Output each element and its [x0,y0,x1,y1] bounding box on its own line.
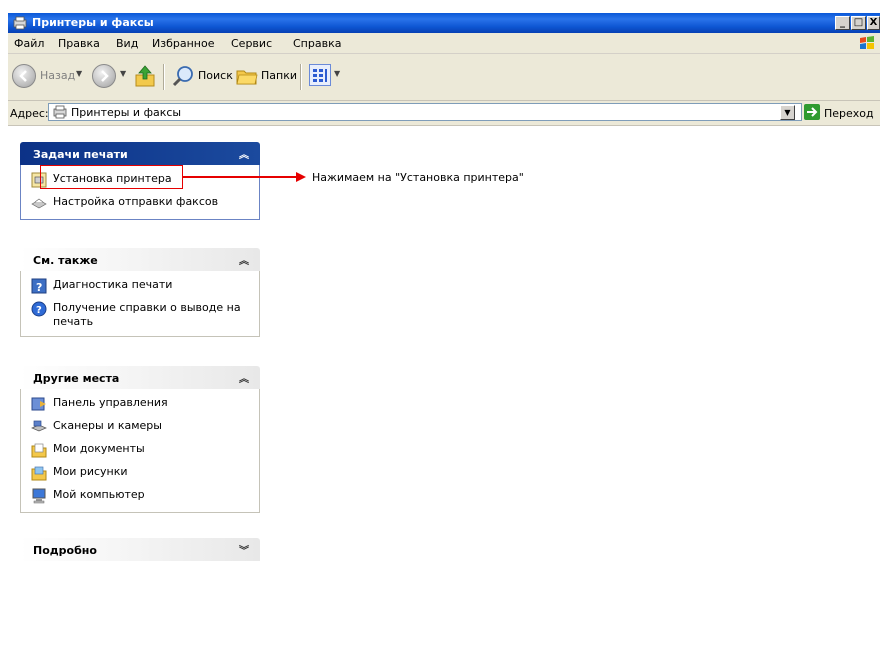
up-folder-icon[interactable] [134,64,156,91]
address-bar: Адрес: Принтеры и факсы ▼ Переход [8,101,880,126]
place-scanners-cameras[interactable]: Сканеры и камеры [21,419,259,436]
title-bar[interactable]: Принтеры и факсы _ □ X [8,13,880,33]
details-header[interactable]: Подробно ︾ [20,538,260,561]
task-fax-setup-label: Настройка отправки факсов [53,195,219,208]
help-circle-icon: ? [31,301,47,317]
annotation-arrow-head [296,172,306,182]
content-area: Задачи печати ︽ Установка принтера Настр… [8,126,880,668]
svg-text:?: ? [36,305,42,316]
place-my-computer-label: Мой компьютер [53,488,145,501]
other-places-title: Другие места [33,372,120,385]
minimize-button[interactable]: _ [835,16,850,30]
place-my-documents[interactable]: Мои документы [21,442,259,459]
task-fax-setup[interactable]: Настройка отправки факсов [21,195,259,212]
details-title: Подробно [33,544,97,557]
menu-favorites[interactable]: Избранное [152,37,214,50]
back-arrow-icon[interactable] [12,64,36,88]
place-my-computer[interactable]: Мой компьютер [21,488,259,505]
link-print-troubleshooter[interactable]: ? Диагностика печати [21,278,259,295]
help-book-icon: ? [31,278,47,294]
other-places-panel: Другие места ︽ Панель управления Сканеры… [20,366,260,513]
back-button-label[interactable]: Назад [40,69,75,82]
see-also-body: ? Диагностика печати ? Получение справки… [20,271,260,337]
print-tasks-title: Задачи печати [33,148,128,161]
place-my-pictures[interactable]: Мои рисунки [21,465,259,482]
scanner-camera-icon [31,419,47,435]
collapse-chevron-icon[interactable]: ︽ [239,252,249,267]
search-button-label[interactable]: Поиск [198,69,233,82]
place-scanners-cameras-label: Сканеры и камеры [53,419,162,432]
place-control-panel-label: Панель управления [53,396,168,409]
annotation-text: Нажимаем на "Установка принтера" [312,171,524,184]
maximize-button[interactable]: □ [851,16,866,30]
back-dropdown-icon[interactable]: ▼ [76,69,82,78]
svg-text:?: ? [36,281,42,294]
go-button-label[interactable]: Переход [824,107,874,120]
views-icon[interactable] [309,64,331,86]
annotation-arrow-line [183,176,297,178]
see-also-title: См. также [33,254,98,267]
windows-logo-icon [858,35,876,51]
address-value: Принтеры и факсы [71,106,182,119]
other-places-body: Панель управления Сканеры и камеры Мои д… [20,389,260,513]
menu-file[interactable]: Файл [14,37,44,50]
see-also-panel: См. также ︽ ? Диагностика печати ? Получ… [20,248,260,337]
fax-icon [31,195,47,211]
close-button[interactable]: X [867,16,880,30]
collapse-chevron-icon[interactable]: ︽ [239,146,249,161]
address-dropdown-icon[interactable]: ▼ [780,105,795,120]
menu-edit[interactable]: Правка [58,37,100,50]
link-printing-help-label: Получение справки о выводе на печать [53,301,241,328]
computer-icon [31,488,47,504]
printer-folder-icon [52,105,68,122]
folders-icon[interactable] [236,65,258,90]
forward-arrow-icon[interactable] [92,64,116,88]
link-print-troubleshooter-label: Диагностика печати [53,278,173,291]
toolbar-separator [300,64,302,90]
views-dropdown-icon[interactable]: ▼ [334,69,340,78]
documents-folder-icon [31,442,47,458]
menu-tools[interactable]: Сервис [231,37,272,50]
other-places-header[interactable]: Другие места ︽ [20,366,260,389]
menu-bar: Файл Правка Вид Избранное Сервис Справка [8,33,880,54]
menu-view[interactable]: Вид [116,37,138,50]
see-also-header[interactable]: См. также ︽ [20,248,260,271]
highlight-box [40,165,183,189]
control-panel-icon [31,396,47,412]
address-label: Адрес: [10,107,49,120]
place-my-documents-label: Мои документы [53,442,145,455]
details-panel: Подробно ︾ [20,538,260,561]
printer-folder-icon [12,16,28,30]
task-pane: Задачи печати ︽ Установка принтера Настр… [8,126,278,668]
address-field[interactable]: Принтеры и факсы [48,103,802,121]
search-icon[interactable] [172,64,196,91]
expand-chevron-icon[interactable]: ︾ [239,542,249,557]
window-title: Принтеры и факсы [32,16,154,29]
collapse-chevron-icon[interactable]: ︽ [239,370,249,385]
toolbar-separator [163,64,165,90]
go-arrow-icon[interactable] [804,104,820,120]
place-control-panel[interactable]: Панель управления [21,396,259,413]
pictures-folder-icon [31,465,47,481]
standard-toolbar: Назад ▼ ▼ Поиск Папки ▼ [8,54,880,101]
print-tasks-header[interactable]: Задачи печати ︽ [20,142,260,165]
place-my-pictures-label: Мои рисунки [53,465,128,478]
menu-help[interactable]: Справка [293,37,341,50]
folders-button-label[interactable]: Папки [261,69,297,82]
link-printing-help[interactable]: ? Получение справки о выводе на печать [21,301,259,329]
forward-dropdown-icon[interactable]: ▼ [120,69,126,78]
